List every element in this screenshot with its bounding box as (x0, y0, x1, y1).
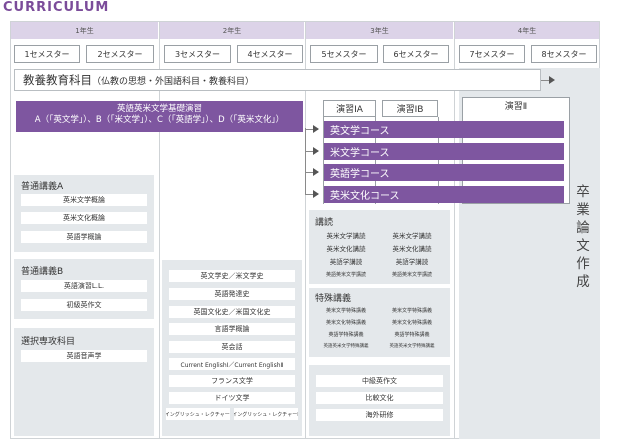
list-item: 英語学講読 (329, 258, 363, 266)
semester-6: 6セメスター (383, 45, 449, 63)
course-english-linguistics: 英語学コース (324, 164, 564, 181)
semester-2: 2セメスター (86, 45, 154, 63)
list-item: 英米文学講読 (326, 232, 366, 240)
year-header-4: 4年生 (455, 22, 599, 39)
elective-panel: 選択専攻科目 英語音声学 (14, 328, 154, 436)
general-education-label: 教養教育科目 (23, 73, 92, 87)
year-header-1: 1年生 (11, 22, 158, 39)
lecture-b-label: 普通講義B (21, 267, 64, 277)
list-item: 英語音声学 (21, 350, 147, 362)
basic-seminar-title: 英語英米文学基礎演習 (116, 104, 202, 114)
year2-lectures-panel: 英文学史／米文学史 英語発達史 英国文化史／米国文化史 言語学概論 英会話 Cu… (162, 260, 302, 436)
list-item: 英国文化史／米国文化史 (169, 306, 295, 318)
semester-7: 7セメスター (459, 45, 525, 63)
list-item: Current EnglishⅠ／Current EnglishⅡ (169, 358, 295, 370)
semester-4: 4セメスター (237, 45, 303, 63)
lecture-a-panel: 普通講義A 英米文学概論 英米文化概論 英語学概論 (14, 175, 154, 252)
list-item: 英米文化講読 (326, 245, 366, 253)
list-item: 英米文学講読 (392, 232, 432, 240)
general-education-sub: （仏教の思想・外国語科目・教養科目） (92, 76, 255, 87)
semester-1: 1セメスター (14, 45, 80, 63)
list-item: 英米文化概論 (21, 212, 147, 224)
semester-3: 3セメスター (164, 45, 231, 63)
list-item: 海外研修 (316, 409, 443, 421)
list-item: 英語演習L.L. (21, 280, 147, 292)
arrow-right-icon (313, 125, 319, 133)
list-item: 英語英米文学特殊講義 (389, 344, 435, 349)
reading-panel: 講読 英米文学講読 英米文化講読 英語学講読 英語英米文学講読 英米文学講読 英… (309, 210, 450, 284)
lecture-b-panel: 普通講義B 英語演習L.L. 初級英作文 (14, 259, 154, 319)
lecture-a-label: 普通講義A (21, 182, 64, 192)
seminar-1b: 演習ⅠB (382, 100, 438, 117)
list-item: 英語英米文学特殊講義 (323, 344, 369, 349)
arrow-right-icon (313, 190, 319, 198)
special-lecture-panel: 特殊講義 英米文学特殊講義 英米文化特殊講義 英語学特殊講義 英語英米文学特殊講… (309, 288, 450, 357)
list-item: 比較文化 (316, 392, 443, 404)
list-item: ドイツ文学 (169, 392, 295, 404)
seminar-2-label: 演習Ⅱ (504, 102, 528, 112)
list-item: 英語学特殊講義 (394, 331, 430, 338)
arrow-right-icon (313, 168, 319, 176)
year-header-2: 2年生 (160, 22, 304, 39)
list-item: 初級英作文 (21, 299, 147, 311)
basic-seminar-detail: A（「英文学」）、B（「米文学」）、C（「英語学」）、D（「英米文化」） (34, 115, 285, 125)
elective-label: 選択専攻科目 (21, 337, 76, 347)
list-item: 英語学講読 (395, 258, 429, 266)
arrow-right-icon (313, 147, 319, 155)
list-item: 英米文化講読 (392, 245, 432, 253)
basic-seminar: 英語英米文学基礎演習 A（「英文学」）、B（「米文学」）、C（「英語学」）、D（… (16, 101, 303, 132)
list-item: イングリッシュ・レクチャーⅠ (166, 408, 230, 420)
year3-other-panel: 中級英作文 比較文化 海外研修 (309, 365, 450, 436)
list-item: 英語発達史 (169, 288, 295, 300)
list-item: 英米文学概論 (21, 194, 147, 206)
year-header-3: 3年生 (306, 22, 453, 39)
list-item: 英語英米文学講読 (325, 271, 366, 278)
course-american-literature: 米文学コース (324, 143, 564, 160)
page-title: CURRICULUM (3, 0, 110, 15)
list-item: 英米文化特殊講義 (325, 319, 366, 326)
special-lecture-label: 特殊講義 (315, 294, 352, 304)
list-item: 英語英米文学講読 (391, 271, 432, 278)
list-item: 言語学概論 (169, 323, 295, 335)
list-item: イングリッシュ・レクチャーⅡ (234, 408, 298, 420)
list-item: 英文学史／米文学史 (169, 270, 295, 282)
semester-8: 8セメスター (531, 45, 597, 63)
list-item: フランス文学 (169, 375, 295, 387)
arrow-right-icon (549, 76, 555, 84)
course-english-literature: 英文学コース (324, 121, 564, 138)
semester-5: 5セメスター (310, 45, 378, 63)
list-item: 英語学特殊講義 (328, 331, 364, 338)
reading-label: 講読 (315, 218, 334, 228)
graduation-thesis: 卒 業 論 文 作 成 (576, 184, 590, 290)
course-anglo-american-culture: 英米文化コース (324, 186, 564, 203)
list-item: 英会話 (169, 341, 295, 353)
list-item: 英米文学特殊講義 (391, 307, 432, 314)
list-item: 英米文学特殊講義 (325, 307, 366, 314)
connector-line (305, 128, 306, 195)
list-item: 中級英作文 (316, 375, 443, 387)
list-item: 英米文化特殊講義 (391, 319, 432, 326)
list-item: 英語学概論 (21, 231, 147, 243)
general-education-bar: 教養教育科目 （仏教の思想・外国語科目・教養科目） (14, 69, 541, 91)
seminar-1a: 演習ⅠA (323, 100, 376, 117)
